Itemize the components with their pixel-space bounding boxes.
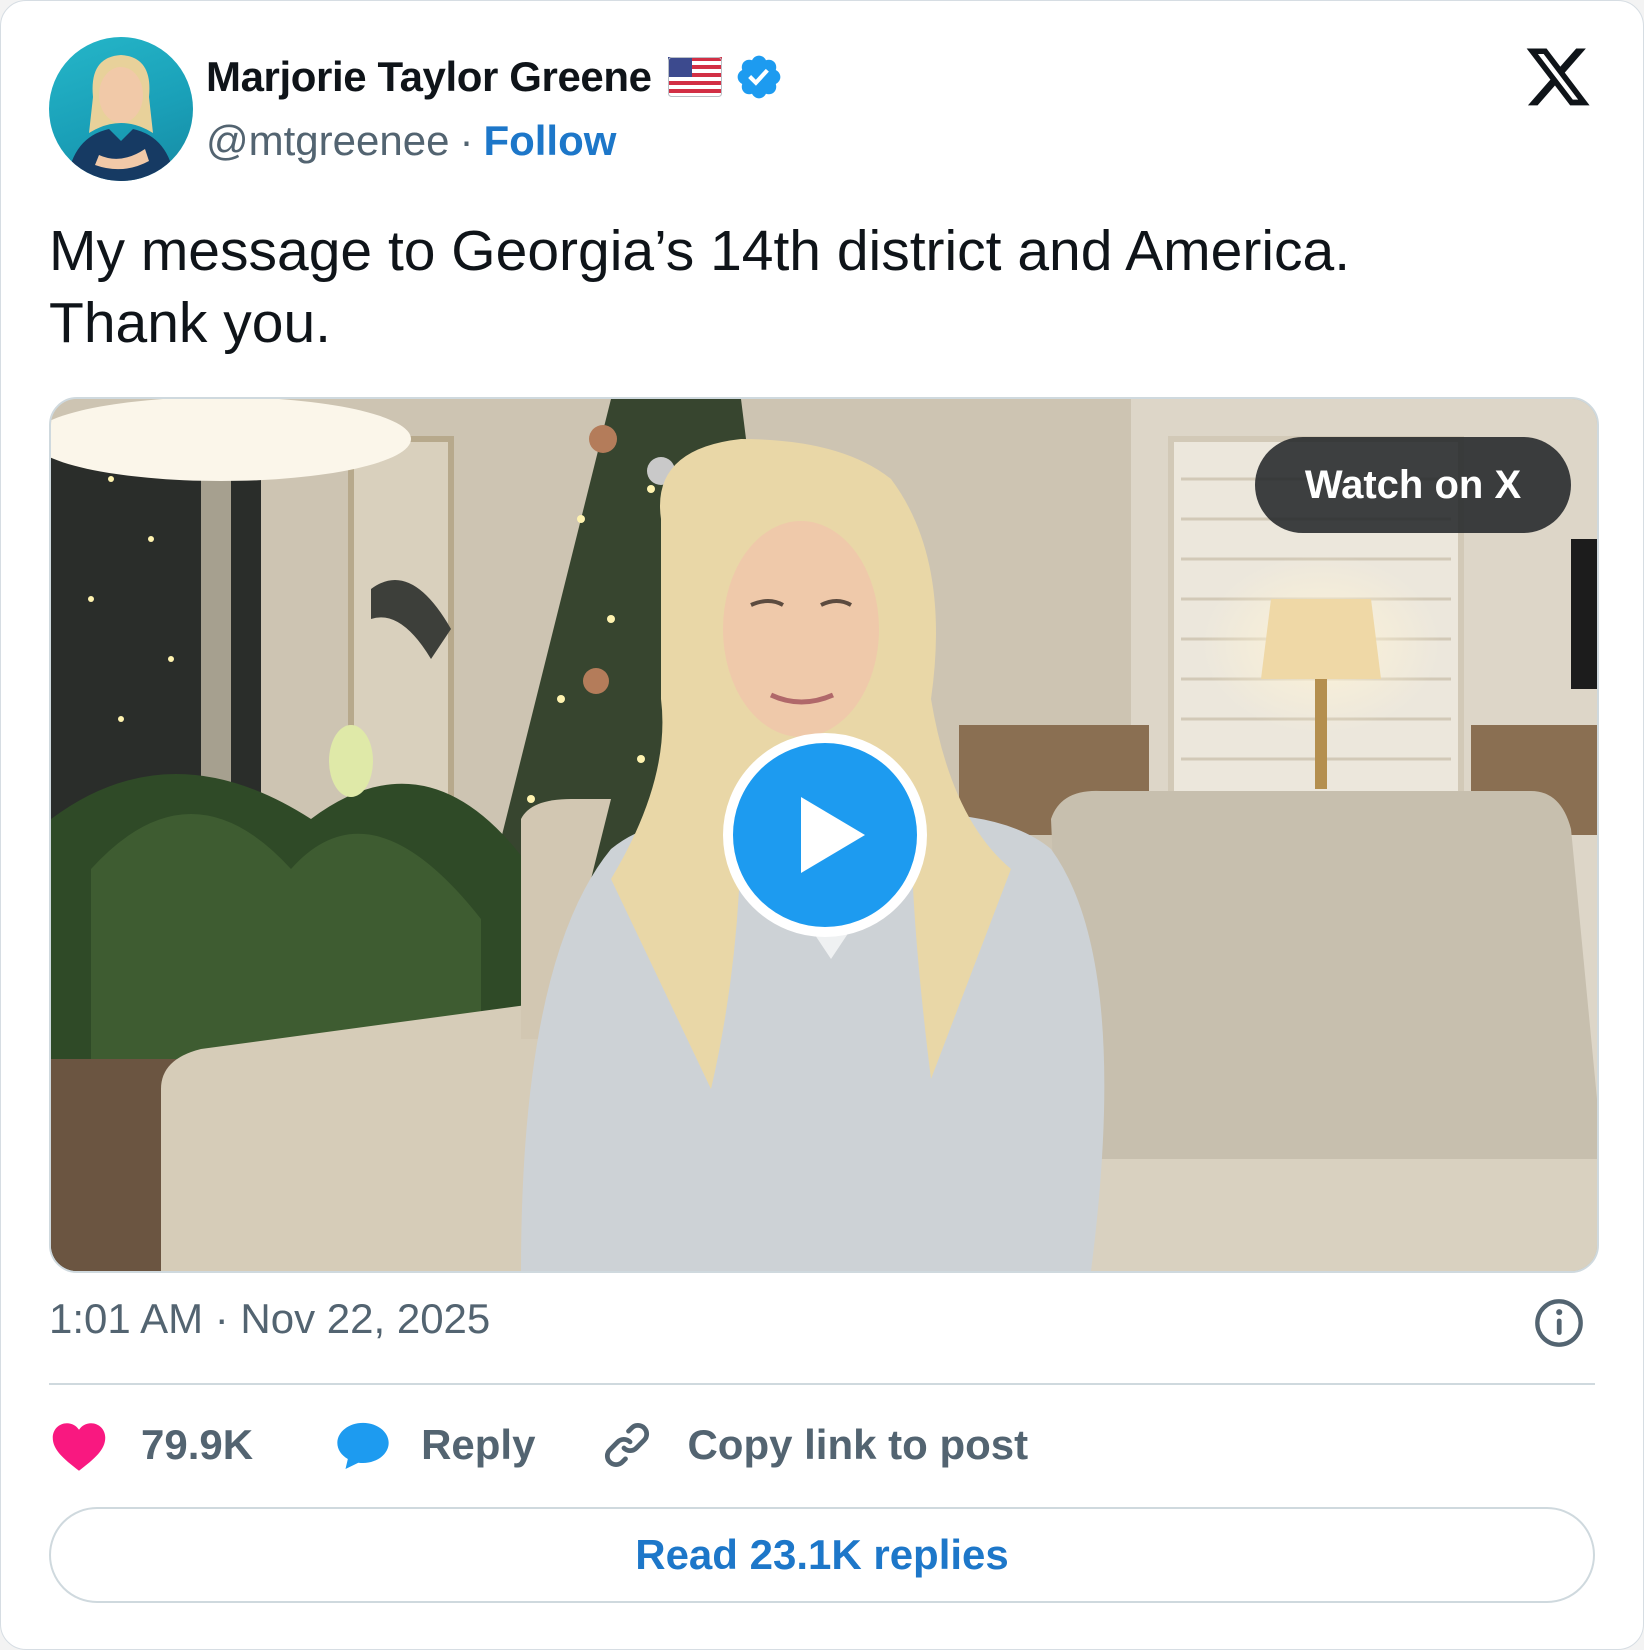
speech-bubble-icon [337,1422,389,1470]
author-name[interactable]: Marjorie Taylor Greene [206,53,652,101]
post-text-line: My message to Georgia’s 14th district an… [49,219,1351,283]
read-replies-button[interactable]: Read 23.1K replies [49,1507,1595,1603]
heart-icon [52,1423,106,1471]
play-icon [801,797,865,873]
post-text: My message to Georgia’s 14th district an… [49,215,1589,359]
video-player[interactable]: Watch on X [49,397,1599,1273]
author-handle[interactable]: @mtgreenee [206,117,449,165]
post-timestamp[interactable]: 1:01 AM · Nov 22, 2025 [49,1295,490,1343]
verified-badge-icon [737,55,780,99]
us-flag-icon [667,57,722,97]
like-count: 79.9K [141,1421,254,1468]
like-button[interactable]: 79.9K [49,1417,253,1473]
reply-button[interactable]: Reply [335,1419,535,1471]
action-bar: 79.9K Reply Copy link to post [49,1409,1028,1481]
watch-on-x-button[interactable]: Watch on X [1255,437,1571,533]
info-icon[interactable] [1533,1297,1585,1349]
reply-label: Reply [421,1421,536,1468]
avatar[interactable] [49,37,193,181]
copy-link-label: Copy link to post [687,1421,1029,1468]
follow-link[interactable]: Follow [483,117,616,165]
x-logo-icon[interactable] [1523,41,1593,107]
handle-separator: · [459,117,474,164]
copy-link-button[interactable]: Copy link to post [601,1419,1028,1471]
link-icon [605,1422,650,1468]
play-button[interactable] [723,733,927,937]
divider [49,1383,1595,1385]
post-text-line: Thank you. [49,291,331,355]
embedded-post-card: Marjorie Taylor Greene @mtgreenee · Foll… [0,0,1644,1650]
